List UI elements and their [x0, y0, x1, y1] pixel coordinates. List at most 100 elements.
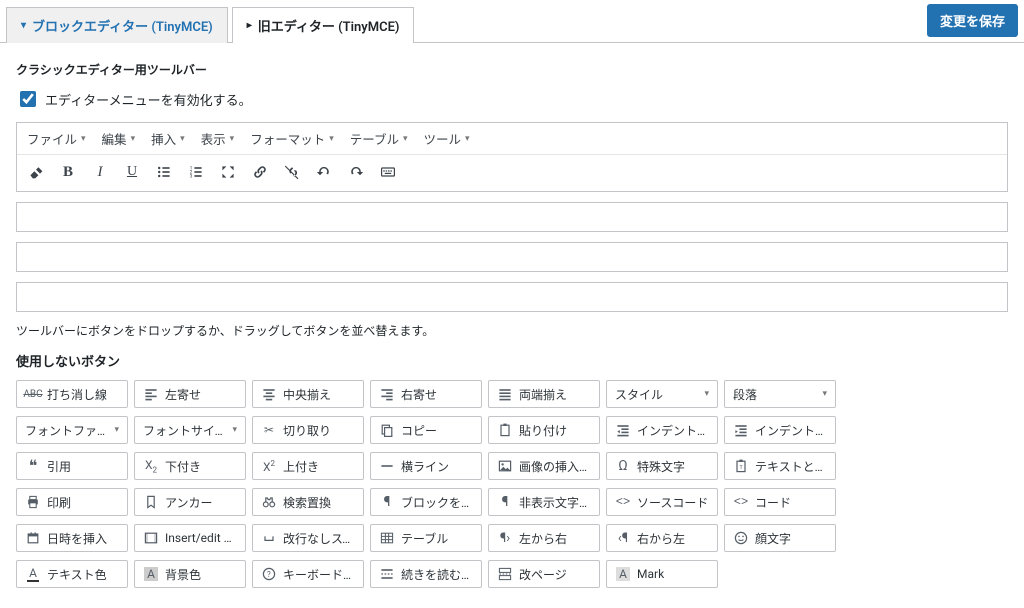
btn-readmore[interactable]: 続きを読む… [370, 560, 482, 588]
btn-searchreplace[interactable]: 検索置換 [252, 488, 364, 516]
btn-anchor[interactable]: アンカー [134, 488, 246, 516]
chevron-down-icon: ▾ [329, 134, 334, 144]
btn-aligncenter[interactable]: 中央揃え [252, 380, 364, 408]
blockquote-icon: ❝ [25, 458, 41, 474]
tab-classic-editor[interactable]: ▸ 旧エディター (TinyMCE) [232, 7, 415, 43]
tab-block-editor-label: ブロックエディター (TinyMCE) [32, 16, 213, 35]
btn-paste[interactable]: 貼り付け [488, 416, 600, 444]
toolbar-drop-row-3[interactable] [16, 242, 1008, 272]
superscript-icon: X2 [261, 458, 277, 474]
readmore-icon [379, 566, 395, 582]
btn-alignleft[interactable]: 左寄せ [134, 380, 246, 408]
drop-hint-text: ツールバーにボタンをドロップするか、ドラッグしてボタンを並べ替えます。 [16, 322, 1008, 339]
menu-format[interactable]: フォーマット▾ [250, 129, 334, 148]
tab-block-editor[interactable]: ▾ ブロックエディター (TinyMCE) [6, 7, 228, 43]
keyboard-icon[interactable] [379, 163, 397, 181]
menu-table[interactable]: テーブル▾ [350, 129, 408, 148]
fullscreen-icon[interactable] [219, 163, 237, 181]
btn-fontsize-select[interactable]: フォントサイズ▾ [134, 416, 246, 444]
btn-nbsp[interactable]: 改行なしスペース [252, 524, 364, 552]
bullet-list-icon[interactable] [155, 163, 173, 181]
btn-strikethrough[interactable]: ABC打ち消し線 [16, 380, 128, 408]
chevron-down-icon: ▾ [114, 425, 119, 435]
btn-insertvideo[interactable]: Insert/edit video [134, 524, 246, 552]
enable-menu-checkbox[interactable] [20, 91, 36, 107]
toolbar-drop-row-2[interactable] [16, 202, 1008, 232]
btn-showblocks[interactable]: ¶ブロックを表示 [370, 488, 482, 516]
menu-edit[interactable]: 編集▾ [102, 129, 136, 148]
btn-textcolor[interactable]: Aテキスト色 [16, 560, 128, 588]
btn-charmap[interactable]: Ω特殊文字 [606, 452, 718, 480]
btn-mark[interactable]: AMark [606, 560, 718, 588]
btn-pagebreak[interactable]: 改ページ [488, 560, 600, 588]
btn-backcolor[interactable]: A背景色 [134, 560, 246, 588]
pilcrow-icon: ¶ [379, 494, 395, 510]
align-left-icon [143, 386, 159, 402]
print-icon [25, 494, 41, 510]
redo-icon[interactable] [347, 163, 365, 181]
btn-invisibles[interactable]: ¶非表示文字を表示 [488, 488, 600, 516]
unlink-icon[interactable] [283, 163, 301, 181]
btn-alignright[interactable]: 右寄せ [370, 380, 482, 408]
btn-image[interactable]: 画像の挿入/編集 [488, 452, 600, 480]
btn-ltr[interactable]: ¶›左から右 [488, 524, 600, 552]
link-icon[interactable] [251, 163, 269, 181]
chevron-down-icon: ▾ [180, 134, 185, 144]
btn-fontfamily-select[interactable]: フォントファミリー▾ [16, 416, 128, 444]
clipboard-icon [497, 422, 513, 438]
btn-emoji[interactable]: 顔文字 [724, 524, 836, 552]
btn-kbshortcut[interactable]: ?キーボードショー… [252, 560, 364, 588]
eraser-icon[interactable] [27, 163, 45, 181]
menu-view[interactable]: 表示▾ [201, 129, 235, 148]
enable-menu-checkbox-row[interactable]: エディターメニューを有効化する。 [16, 88, 1008, 110]
btn-hr[interactable]: 横ライン [370, 452, 482, 480]
btn-cut[interactable]: ✂切り取り [252, 416, 364, 444]
btn-rtl[interactable]: ‹¶右から左 [606, 524, 718, 552]
undo-icon[interactable] [315, 163, 333, 181]
svg-text:?: ? [267, 570, 271, 579]
btn-print[interactable]: 印刷 [16, 488, 128, 516]
pilcrow-icon: ¶ [497, 494, 513, 510]
btn-indent[interactable]: インデントを増やす [724, 416, 836, 444]
editor-toolbar-frame: ファイル▾ 編集▾ 挿入▾ 表示▾ フォーマット▾ テーブル▾ ツール▾ B I… [16, 122, 1008, 192]
table-icon [379, 530, 395, 546]
numbered-list-icon[interactable]: 123 [187, 163, 205, 181]
toolbar-drop-row-4[interactable] [16, 282, 1008, 312]
save-button[interactable]: 変更を保存 [927, 4, 1018, 37]
code-icon: <> [733, 494, 749, 510]
unused-buttons-heading: 使用しないボタン [16, 351, 1008, 370]
menu-file[interactable]: ファイル▾ [27, 129, 86, 148]
textcolor-icon: A [25, 566, 41, 582]
btn-blockquote[interactable]: ❝引用 [16, 452, 128, 480]
classic-editor-panel: クラシックエディター用ツールバー エディターメニューを有効化する。 ファイル▾ … [0, 43, 1024, 608]
chevron-down-icon: ▾ [704, 389, 709, 399]
btn-datetime[interactable]: 日時を挿入 [16, 524, 128, 552]
bold-icon[interactable]: B [59, 163, 77, 181]
btn-paragraph-select[interactable]: 段落▾ [724, 380, 836, 408]
scissors-icon: ✂ [261, 422, 277, 438]
svg-text:3: 3 [190, 174, 193, 180]
btn-subscript[interactable]: X2下付き [134, 452, 246, 480]
btn-code[interactable]: <>コード [724, 488, 836, 516]
btn-copy[interactable]: コピー [370, 416, 482, 444]
binoculars-icon [261, 494, 277, 510]
btn-justify[interactable]: 両端揃え [488, 380, 600, 408]
btn-sourcecode[interactable]: <>ソースコード [606, 488, 718, 516]
btn-pastetext[interactable]: Tテキストとしてペー… [724, 452, 836, 480]
nbsp-icon [261, 530, 277, 546]
menu-insert[interactable]: 挿入▾ [151, 129, 185, 148]
underline-icon[interactable]: U [123, 163, 141, 181]
align-right-icon [379, 386, 395, 402]
clipboard-text-icon: T [733, 458, 749, 474]
hr-icon [379, 458, 395, 474]
btn-table[interactable]: テーブル [370, 524, 482, 552]
ltr-icon: ¶› [497, 530, 513, 546]
btn-outdent[interactable]: インデントを減らす [606, 416, 718, 444]
btn-superscript[interactable]: X2上付き [252, 452, 364, 480]
btn-style-select[interactable]: スタイル▾ [606, 380, 718, 408]
caret-right-icon: ▸ [247, 20, 252, 31]
italic-icon[interactable]: I [91, 163, 109, 181]
menu-tool[interactable]: ツール▾ [424, 129, 470, 148]
chevron-down-icon: ▾ [131, 134, 136, 144]
chevron-down-icon: ▾ [465, 134, 470, 144]
